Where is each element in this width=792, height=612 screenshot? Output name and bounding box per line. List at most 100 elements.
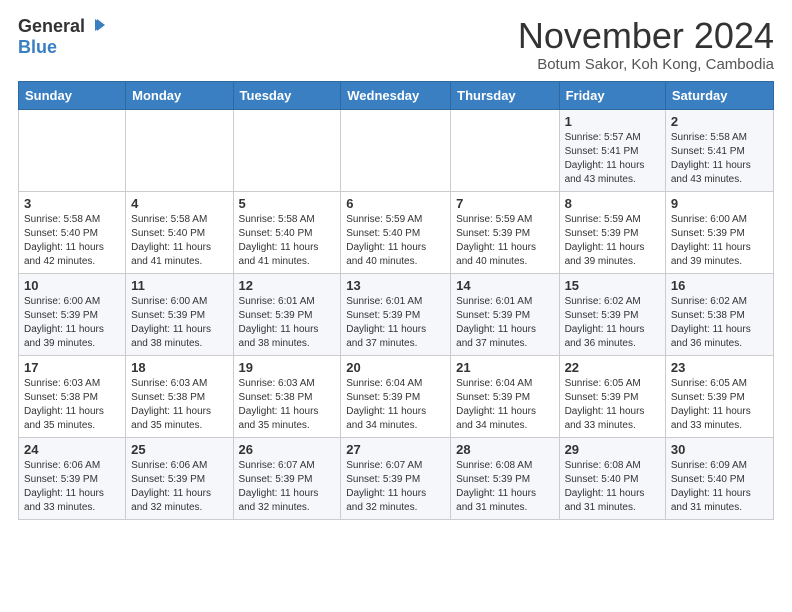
- calendar-cell: 23 Sunrise: 6:05 AMSunset: 5:39 PMDayligh…: [665, 355, 773, 437]
- weekday-header-saturday: Saturday: [665, 81, 773, 109]
- day-number: 7: [456, 196, 553, 211]
- calendar-cell: 12 Sunrise: 6:01 AMSunset: 5:39 PMDayligh…: [233, 273, 341, 355]
- weekday-header-friday: Friday: [559, 81, 665, 109]
- day-number: 26: [239, 442, 336, 457]
- month-title: November 2024: [518, 16, 774, 56]
- calendar-cell: 5Sunrise: 5:58 AMSunset: 5:40 PMDaylight…: [233, 191, 341, 273]
- day-info: Sunrise: 6:05 AMSunset: 5:39 PMDaylight:…: [565, 377, 660, 433]
- day-number: 9: [671, 196, 768, 211]
- calendar-cell: 24 Sunrise: 6:06 AMSunset: 5:39 PMDayligh…: [19, 437, 126, 519]
- logo: General Blue: [18, 16, 107, 58]
- calendar-cell: 14 Sunrise: 6:01 AMSunset: 5:39 PMDayligh…: [451, 273, 559, 355]
- day-info: Sunrise: 6:06 AMSunset: 5:39 PMDaylight:…: [24, 459, 120, 515]
- day-number: 8: [565, 196, 660, 211]
- calendar-cell: 17 Sunrise: 6:03 AMSunset: 5:38 PMDayligh…: [19, 355, 126, 437]
- calendar-cell: [19, 109, 126, 191]
- day-number: 3: [24, 196, 120, 211]
- day-number: 22: [565, 360, 660, 375]
- calendar-cell: 3Sunrise: 5:58 AMSunset: 5:40 PMDaylight…: [19, 191, 126, 273]
- day-number: 13: [346, 278, 445, 293]
- day-info: Sunrise: 6:08 AMSunset: 5:40 PMDaylight:…: [565, 459, 660, 515]
- calendar-cell: 7 Sunrise: 5:59 AMSunset: 5:39 PMDaylight…: [451, 191, 559, 273]
- calendar-cell: [451, 109, 559, 191]
- calendar-cell: [233, 109, 341, 191]
- day-number: 11: [131, 278, 227, 293]
- day-number: 15: [565, 278, 660, 293]
- day-number: 23: [671, 360, 768, 375]
- day-info: Sunrise: 6:00 AMSunset: 5:39 PMDaylight:…: [671, 213, 768, 269]
- day-info: Sunrise: 6:06 AMSunset: 5:39 PMDaylight:…: [131, 459, 227, 515]
- day-number: 30: [671, 442, 768, 457]
- day-number: 19: [239, 360, 336, 375]
- day-info: Sunrise: 5:58 AMSunset: 5:41 PMDaylight:…: [671, 131, 768, 187]
- day-info: Sunrise: 6:07 AMSunset: 5:39 PMDaylight:…: [346, 459, 445, 515]
- calendar-cell: 26 Sunrise: 6:07 AMSunset: 5:39 PMDayligh…: [233, 437, 341, 519]
- day-info: Sunrise: 6:07 AMSunset: 5:39 PMDaylight:…: [239, 459, 336, 515]
- weekday-header-wednesday: Wednesday: [341, 81, 451, 109]
- calendar-cell: 11 Sunrise: 6:00 AMSunset: 5:39 PMDayligh…: [126, 273, 233, 355]
- day-number: 10: [24, 278, 120, 293]
- calendar-cell: 25Sunrise: 6:06 AMSunset: 5:39 PMDayligh…: [126, 437, 233, 519]
- day-info: Sunrise: 6:02 AMSunset: 5:38 PMDaylight:…: [671, 295, 768, 351]
- calendar-cell: 27 Sunrise: 6:07 AMSunset: 5:39 PMDayligh…: [341, 437, 451, 519]
- day-info: Sunrise: 6:04 AMSunset: 5:39 PMDaylight:…: [456, 377, 553, 433]
- day-number: 5: [239, 196, 336, 211]
- weekday-header-tuesday: Tuesday: [233, 81, 341, 109]
- calendar-cell: 1 Sunrise: 5:57 AMSunset: 5:41 PMDaylight…: [559, 109, 665, 191]
- day-info: Sunrise: 6:05 AMSunset: 5:39 PMDaylight:…: [671, 377, 768, 433]
- calendar-cell: 29 Sunrise: 6:08 AMSunset: 5:40 PMDayligh…: [559, 437, 665, 519]
- day-number: 20: [346, 360, 445, 375]
- day-number: 24: [24, 442, 120, 457]
- day-number: 4: [131, 196, 227, 211]
- calendar-cell: 16 Sunrise: 6:02 AMSunset: 5:38 PMDayligh…: [665, 273, 773, 355]
- logo-general-text: General: [18, 16, 85, 37]
- day-number: 14: [456, 278, 553, 293]
- day-number: 6: [346, 196, 445, 211]
- calendar-header-row: SundayMondayTuesdayWednesdayThursdayFrid…: [19, 81, 774, 109]
- calendar-cell: 2 Sunrise: 5:58 AMSunset: 5:41 PMDaylight…: [665, 109, 773, 191]
- day-info: Sunrise: 6:03 AMSunset: 5:38 PMDaylight:…: [24, 377, 120, 433]
- day-info: Sunrise: 6:09 AMSunset: 5:40 PMDaylight:…: [671, 459, 768, 515]
- calendar-cell: 15Sunrise: 6:02 AMSunset: 5:39 PMDayligh…: [559, 273, 665, 355]
- day-number: 1: [565, 114, 660, 129]
- calendar-cell: 21 Sunrise: 6:04 AMSunset: 5:39 PMDayligh…: [451, 355, 559, 437]
- day-number: 12: [239, 278, 336, 293]
- day-number: 21: [456, 360, 553, 375]
- logo-blue-text: Blue: [18, 37, 57, 57]
- calendar-cell: 10Sunrise: 6:00 AMSunset: 5:39 PMDayligh…: [19, 273, 126, 355]
- day-info: Sunrise: 5:58 AMSunset: 5:40 PMDaylight:…: [131, 213, 227, 269]
- calendar-week-row: 10 Sunrise: 6:00 AMSunset: 5:39 PMDayligh…: [19, 273, 774, 355]
- calendar-cell: [341, 109, 451, 191]
- day-info: Sunrise: 5:57 AMSunset: 5:41 PMDaylight:…: [565, 131, 660, 187]
- day-info: Sunrise: 5:59 AMSunset: 5:40 PMDaylight:…: [346, 213, 445, 269]
- day-number: 17: [24, 360, 120, 375]
- day-number: 29: [565, 442, 660, 457]
- day-info: Sunrise: 5:59 AMSunset: 5:39 PMDaylight:…: [456, 213, 553, 269]
- day-number: 28: [456, 442, 553, 457]
- day-info: Sunrise: 6:01 AMSunset: 5:39 PMDaylight:…: [456, 295, 553, 351]
- weekday-header-sunday: Sunday: [19, 81, 126, 109]
- calendar-cell: 13Sunrise: 6:01 AMSunset: 5:39 PMDayligh…: [341, 273, 451, 355]
- calendar-week-row: 17 Sunrise: 6:03 AMSunset: 5:38 PMDayligh…: [19, 355, 774, 437]
- weekday-header-thursday: Thursday: [451, 81, 559, 109]
- day-info: Sunrise: 6:08 AMSunset: 5:39 PMDaylight:…: [456, 459, 553, 515]
- calendar-cell: 4 Sunrise: 5:58 AMSunset: 5:40 PMDaylight…: [126, 191, 233, 273]
- logo-flag-icon: [87, 17, 107, 37]
- title-section: November 2024 Botum Sakor, Koh Kong, Cam…: [518, 16, 774, 73]
- day-number: 27: [346, 442, 445, 457]
- day-number: 16: [671, 278, 768, 293]
- calendar-cell: 30 Sunrise: 6:09 AMSunset: 5:40 PMDayligh…: [665, 437, 773, 519]
- day-info: Sunrise: 6:00 AMSunset: 5:39 PMDaylight:…: [131, 295, 227, 351]
- day-info: Sunrise: 6:04 AMSunset: 5:39 PMDaylight:…: [346, 377, 445, 433]
- calendar-cell: 6 Sunrise: 5:59 AMSunset: 5:40 PMDaylight…: [341, 191, 451, 273]
- calendar-week-row: 24 Sunrise: 6:06 AMSunset: 5:39 PMDayligh…: [19, 437, 774, 519]
- header: General Blue November 2024 Botum Sakor, …: [18, 16, 774, 73]
- day-number: 2: [671, 114, 768, 129]
- day-info: Sunrise: 5:59 AMSunset: 5:39 PMDaylight:…: [565, 213, 660, 269]
- day-info: Sunrise: 6:03 AMSunset: 5:38 PMDaylight:…: [131, 377, 227, 433]
- calendar-cell: 19Sunrise: 6:03 AMSunset: 5:38 PMDayligh…: [233, 355, 341, 437]
- calendar-week-row: 3 Sunrise: 5:58 AMSunset: 5:40 PMDaylight…: [19, 191, 774, 273]
- day-info: Sunrise: 6:01 AMSunset: 5:39 PMDaylight:…: [239, 295, 336, 351]
- calendar-cell: 18Sunrise: 6:03 AMSunset: 5:38 PMDayligh…: [126, 355, 233, 437]
- calendar-cell: 8 Sunrise: 5:59 AMSunset: 5:39 PMDaylight…: [559, 191, 665, 273]
